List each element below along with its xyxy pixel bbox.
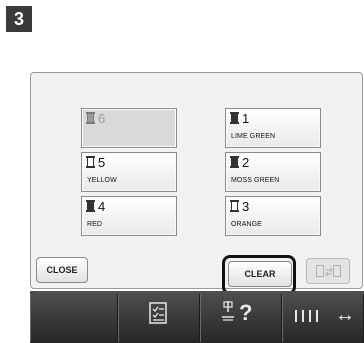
help-button[interactable]: ? — [200, 294, 282, 342]
spool-number: 1 — [242, 111, 250, 126]
spool-slot-6[interactable]: 6 — [81, 108, 177, 148]
spool-number: 5 — [98, 155, 106, 170]
step-number-badge: 3 — [6, 6, 32, 32]
spool-icon — [86, 156, 95, 168]
close-button[interactable]: CLOSE — [36, 257, 88, 283]
spool-icon — [230, 200, 239, 212]
spool-number: 2 — [242, 155, 250, 170]
spool-icon — [230, 156, 239, 168]
spool-icon — [86, 112, 95, 124]
spool-slot-4[interactable]: 4 RED — [81, 196, 177, 236]
bottom-toolbar: ? ↔ — [30, 291, 364, 343]
checklist-button[interactable] — [118, 294, 200, 342]
help-icon: ? — [239, 300, 253, 325]
spool-number: 4 — [98, 199, 106, 214]
swap-button[interactable] — [306, 258, 350, 284]
spool-color-name: YELLOW — [87, 177, 117, 184]
thread-order-button[interactable]: ↔ — [282, 294, 364, 342]
machine-needle-icon — [221, 300, 235, 327]
spool-slot-1[interactable]: 1 LIME GREEN — [225, 108, 321, 148]
spool-icon — [86, 200, 95, 212]
spool-color-name: ORANGE — [231, 221, 262, 228]
spool-number: 3 — [242, 199, 250, 214]
spool-slot-3[interactable]: 3 ORANGE — [225, 196, 321, 236]
empty-toolbar-slot — [30, 294, 118, 342]
thread-spools-icon — [293, 308, 321, 329]
spool-color-name: LIME GREEN — [231, 133, 276, 140]
spool-color-name: RED — [87, 221, 103, 228]
clear-button-highlight — [222, 255, 296, 295]
spool-number: 6 — [98, 111, 106, 126]
spool-slot-5[interactable]: 5 YELLOW — [81, 152, 177, 192]
spool-color-name: MOSS GREEN — [231, 177, 280, 184]
thread-arrow-icon: ↔ — [335, 304, 355, 326]
spool-slot-2[interactable]: 2 MOSS GREEN — [225, 152, 321, 192]
checklist-icon — [149, 302, 167, 329]
spool-icon — [230, 112, 239, 124]
